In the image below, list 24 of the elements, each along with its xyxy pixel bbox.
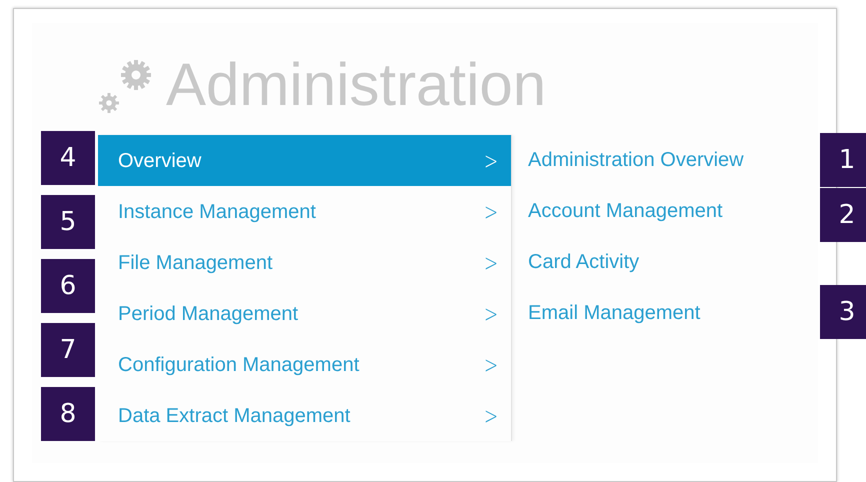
callout-badge: 7	[41, 323, 95, 377]
chevron-icon: >	[484, 142, 498, 178]
menu-item[interactable]: Overview >	[98, 135, 511, 186]
callout-badge: 8	[41, 387, 95, 441]
chevron-icon: >	[484, 244, 498, 280]
callout-badge: 5	[41, 195, 95, 249]
menu-item[interactable]: Data Extract Management >	[98, 390, 511, 441]
callout-badge: 1	[820, 133, 866, 187]
menu-item[interactable]: Period Management >	[98, 288, 511, 339]
submenu-link[interactable]: Account Management	[528, 186, 744, 237]
callout-badge: 6	[41, 259, 95, 313]
callout-badge: 4	[41, 131, 95, 185]
menu-item[interactable]: File Management >	[98, 237, 511, 288]
submenu-link[interactable]: Email Management	[528, 288, 744, 339]
menu-item[interactable]: Configuration Management >	[98, 339, 511, 390]
submenu-link[interactable]: Card Activity	[528, 237, 744, 288]
callout-badge: 3	[820, 285, 866, 339]
chevron-icon: >	[484, 194, 498, 230]
chevron-icon: >	[484, 398, 498, 434]
menu-item[interactable]: Instance Management >	[98, 186, 511, 237]
chevron-icon: >	[484, 296, 498, 332]
submenu-link[interactable]: Administration Overview	[528, 135, 744, 186]
chevron-icon: >	[484, 346, 498, 382]
callout-badge: 2	[820, 188, 866, 242]
